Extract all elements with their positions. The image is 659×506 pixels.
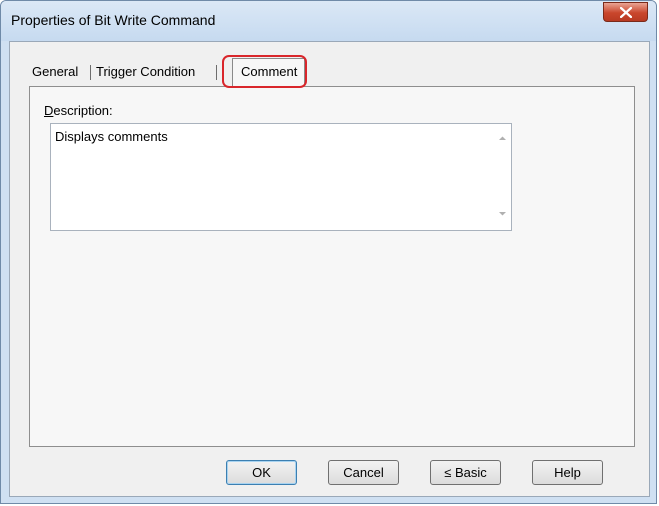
properties-dialog: Properties of Bit Write Command General …	[0, 0, 657, 504]
basic-button[interactable]: ≤ Basic	[430, 460, 501, 485]
description-label-mnemonic: D	[44, 103, 54, 118]
title-bar[interactable]: Properties of Bit Write Command	[1, 1, 656, 41]
tab-general[interactable]: General	[32, 61, 78, 83]
scroll-down-arrow-icon[interactable]	[497, 210, 508, 218]
description-label: Description:	[44, 103, 113, 118]
close-icon	[620, 7, 632, 18]
tab-trigger-condition[interactable]: Trigger Condition	[96, 61, 195, 83]
help-button[interactable]: Help	[532, 460, 603, 485]
description-label-rest: escription:	[53, 103, 113, 118]
comment-tab-highlight	[222, 55, 307, 88]
cancel-button[interactable]: Cancel	[328, 460, 399, 485]
tab-divider	[216, 65, 217, 80]
close-button[interactable]	[603, 2, 648, 22]
comment-tab-panel: Description: Displays comments	[29, 86, 635, 447]
textarea-scrollbar[interactable]	[494, 124, 511, 230]
scroll-up-arrow-icon[interactable]	[497, 134, 508, 142]
description-text: Displays comments	[55, 129, 168, 144]
dialog-body: General Trigger Condition Description: D…	[9, 41, 650, 497]
description-textarea[interactable]: Displays comments	[50, 123, 512, 231]
tab-divider	[90, 65, 91, 80]
ok-button[interactable]: OK	[226, 460, 297, 485]
dialog-title: Properties of Bit Write Command	[11, 12, 216, 28]
